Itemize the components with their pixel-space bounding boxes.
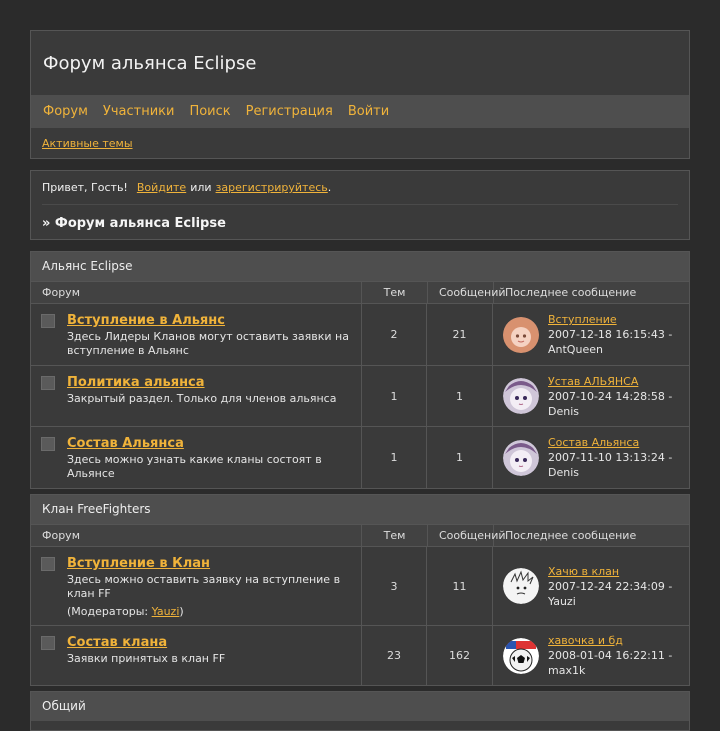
or-text: или bbox=[190, 181, 212, 194]
forum-posts-count: 162 bbox=[427, 626, 493, 685]
category-title: Общий bbox=[31, 692, 689, 721]
forum-status-icon bbox=[41, 376, 55, 390]
forum-title-link[interactable]: Состав Альянса bbox=[67, 436, 351, 452]
welcome-line: Привет, Гость! Войдите или зарегистрируй… bbox=[42, 171, 678, 205]
table-header: Форум Тем Сообщений Последнее сообщение bbox=[31, 281, 689, 303]
forum-status-icon bbox=[41, 437, 55, 451]
col-posts: Сообщений bbox=[428, 525, 506, 546]
moderators-prefix: (Модераторы: bbox=[67, 605, 152, 618]
forum-row: Состав клана Заявки принятых в клан FF 2… bbox=[31, 625, 689, 685]
moderators-suffix: ) bbox=[179, 605, 184, 618]
forum-posts-count: 11 bbox=[427, 547, 493, 625]
forum-topics-count: 1 bbox=[362, 366, 427, 426]
col-forum: Форум bbox=[31, 282, 362, 303]
site-header: Форум альянса Eclipse Форум Участники По… bbox=[30, 30, 690, 159]
forum-row: Состав Альянса Здесь можно узнать какие … bbox=[31, 426, 689, 488]
last-post-author: max1k bbox=[548, 664, 586, 677]
forum-description: Заявки принятых в клан FF bbox=[67, 652, 226, 665]
forum-description: Закрытый раздел. Только для членов альян… bbox=[67, 392, 337, 405]
last-post-date: 2007-12-24 22:34:09 - bbox=[548, 579, 673, 593]
col-last-post: Последнее сообщение bbox=[505, 286, 637, 299]
last-post-author: Denis bbox=[548, 404, 579, 418]
forum-status-icon bbox=[41, 314, 55, 328]
nav-members[interactable]: Участники bbox=[103, 104, 175, 119]
col-topics: Тем bbox=[362, 525, 428, 546]
forum-description: Здесь Лидеры Кланов могут оставить заявк… bbox=[67, 330, 349, 357]
login-link[interactable]: Войдите bbox=[137, 181, 186, 194]
forum-posts-count: 1 bbox=[427, 427, 493, 488]
forum-status-icon bbox=[41, 557, 55, 571]
forum-row: Вступление в Альянс Здесь Лидеры Кланов … bbox=[31, 303, 689, 365]
greeting-text: Привет, Гость! bbox=[42, 181, 128, 194]
category-title: Альянс Eclipse bbox=[31, 252, 689, 281]
anime-avatar-icon bbox=[503, 378, 539, 414]
last-post-author: AntQueen bbox=[548, 343, 603, 356]
last-post-link[interactable]: Вступление bbox=[548, 312, 672, 327]
period-text: . bbox=[327, 181, 332, 194]
active-topics-link[interactable]: Активные темы bbox=[42, 137, 133, 150]
col-posts: Сообщений bbox=[428, 282, 506, 303]
welcome-panel: Привет, Гость! Войдите или зарегистрируй… bbox=[30, 170, 690, 240]
category-freefighters: Клан FreeFighters Форум Тем Сообщений По… bbox=[30, 494, 690, 686]
site-title: Форум альянса Eclipse bbox=[43, 53, 257, 74]
last-post-date: 2008-01-04 16:22:11 - bbox=[548, 649, 673, 662]
last-post-link[interactable]: хавочка и бд bbox=[548, 633, 672, 648]
forum-row: Политика альянса Закрытый раздел. Только… bbox=[31, 365, 689, 426]
forum-moderators: (Модераторы: Yauzi) bbox=[67, 605, 351, 618]
col-last-post: Последнее сообщение bbox=[505, 529, 637, 542]
nav-register[interactable]: Регистрация bbox=[246, 104, 333, 119]
last-post-link[interactable]: Устав АЛЬЯНСА bbox=[548, 374, 672, 389]
forum-title-link[interactable]: Политика альянса bbox=[67, 375, 336, 391]
last-post-date: 2007-11-10 13:13:24 - bbox=[548, 451, 673, 464]
anime-avatar-icon bbox=[503, 439, 539, 476]
last-post-link[interactable]: Хачю в клан bbox=[548, 564, 672, 579]
forum-topics-count: 3 bbox=[362, 547, 427, 625]
soccer-ball-avatar-icon bbox=[503, 637, 539, 674]
forum-title-link[interactable]: Вступление в Альянс bbox=[67, 313, 351, 329]
breadcrumb: » Форум альянса Eclipse bbox=[42, 215, 226, 231]
col-topics: Тем bbox=[362, 282, 428, 303]
forum-topics-count: 23 bbox=[362, 626, 427, 685]
category-general: Общий bbox=[30, 691, 690, 731]
last-post-author: Yauzi bbox=[548, 594, 576, 608]
forum-topics-count: 2 bbox=[362, 304, 427, 365]
last-post-date: 2007-10-24 14:28:58 - bbox=[548, 389, 673, 403]
nav-forum[interactable]: Форум bbox=[43, 104, 88, 119]
forum-posts-count: 1 bbox=[427, 366, 493, 426]
register-link[interactable]: зарегистрируйтесь bbox=[216, 181, 328, 194]
col-forum: Форум bbox=[31, 525, 362, 546]
forum-description: Здесь можно узнать какие кланы состоят в… bbox=[67, 453, 322, 480]
last-post-link[interactable]: Состав Альянса bbox=[548, 435, 672, 450]
forum-row: Вступление в Клан Здесь можно оставить з… bbox=[31, 546, 689, 625]
forum-title-link[interactable]: Вступление в Клан bbox=[67, 556, 351, 572]
category-alliance: Альянс Eclipse Форум Тем Сообщений После… bbox=[30, 251, 690, 489]
sketch-avatar-icon bbox=[503, 568, 539, 604]
category-title: Клан FreeFighters bbox=[31, 495, 689, 524]
moderator-link[interactable]: Yauzi bbox=[152, 605, 180, 618]
nav-login[interactable]: Войти bbox=[348, 104, 389, 119]
table-header: Форум Тем Сообщений Последнее сообщение bbox=[31, 524, 689, 546]
forum-posts-count: 21 bbox=[427, 304, 493, 365]
forum-status-icon bbox=[41, 636, 55, 650]
last-post-author: Denis bbox=[548, 466, 579, 479]
forum-description: Здесь можно оставить заявку на вступлени… bbox=[67, 573, 341, 600]
forum-topics-count: 1 bbox=[362, 427, 427, 488]
girl-avatar-icon bbox=[503, 316, 539, 353]
forum-title-link[interactable]: Состав клана bbox=[67, 635, 225, 651]
last-post-date: 2007-12-18 16:15:43 - bbox=[548, 328, 673, 341]
sub-nav: Активные темы bbox=[31, 128, 689, 158]
main-nav: Форум Участники Поиск Регистрация Войти bbox=[31, 95, 689, 128]
nav-search[interactable]: Поиск bbox=[189, 104, 230, 119]
